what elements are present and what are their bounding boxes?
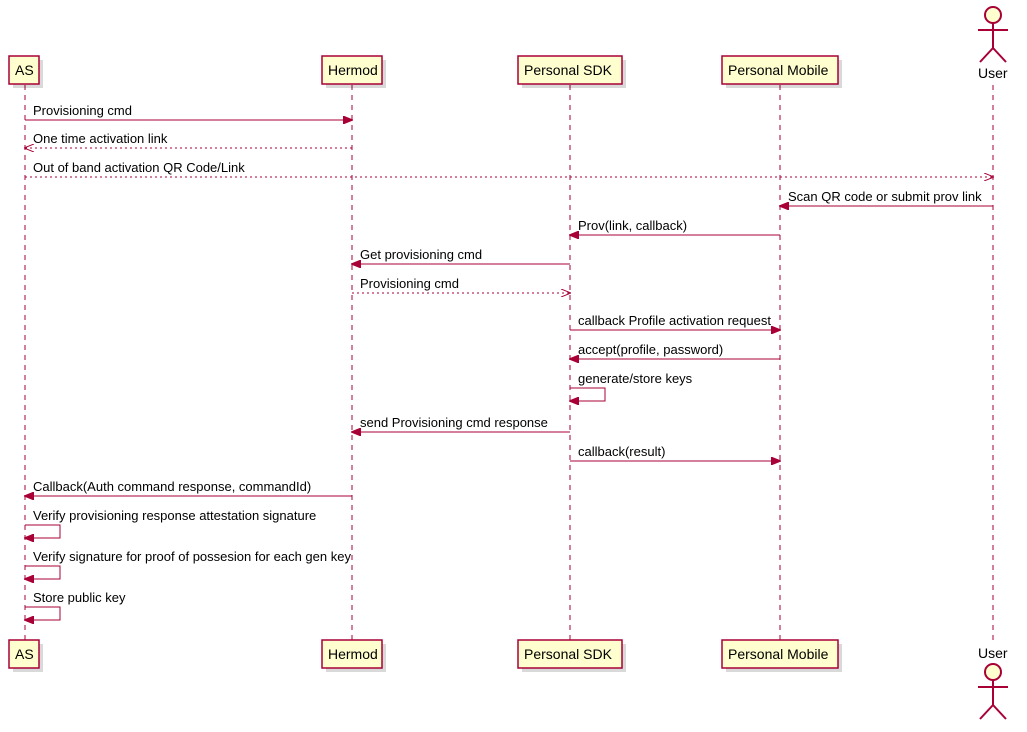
participant-user-label: User	[978, 65, 1008, 81]
participant-as-bottom: AS	[9, 640, 43, 672]
svg-text:Hermod: Hermod	[328, 646, 378, 662]
participant-mobile-top: Personal Mobile	[722, 56, 842, 88]
msg-gen-keys: generate/store keys	[578, 371, 693, 386]
participant-mobile-bottom: Personal Mobile	[722, 640, 842, 672]
msg-prov: Prov(link, callback)	[578, 218, 687, 233]
msg-callback-result: callback(result)	[578, 444, 665, 459]
participant-mobile-label: Personal Mobile	[728, 62, 829, 78]
participant-as-label: AS	[15, 62, 34, 78]
msg-send-prov-resp: send Provisioning cmd response	[360, 415, 548, 430]
participant-hermod-label: Hermod	[328, 62, 378, 78]
msg-verify-attestation: Verify provisioning response attestation…	[33, 508, 316, 523]
participant-sdk-bottom: Personal SDK	[518, 640, 626, 672]
svg-text:AS: AS	[15, 646, 34, 662]
msg-one-time-link: One time activation link	[33, 131, 168, 146]
msg-callback-activation: callback Profile activation request	[578, 313, 771, 328]
msg-callback-auth: Callback(Auth command response, commandI…	[33, 479, 311, 494]
msg-provisioning-cmd: Provisioning cmd	[33, 103, 132, 118]
svg-text:User: User	[978, 645, 1008, 661]
participant-sdk-top: Personal SDK	[518, 56, 626, 88]
participant-user-bottom: User	[978, 645, 1008, 719]
msg-scan-qr: Scan QR code or submit prov link	[788, 189, 982, 204]
participant-as-top: AS	[9, 56, 43, 88]
participant-sdk-label: Personal SDK	[524, 62, 613, 78]
msg-prov-cmd-resp: Provisioning cmd	[360, 276, 459, 291]
msg-store-key: Store public key	[33, 590, 126, 605]
msg-oob-qr: Out of band activation QR Code/Link	[33, 160, 245, 175]
participant-user-top: User	[978, 7, 1008, 81]
svg-text:Personal SDK: Personal SDK	[524, 646, 613, 662]
svg-text:Personal Mobile: Personal Mobile	[728, 646, 829, 662]
participant-hermod-bottom: Hermod	[322, 640, 386, 672]
msg-get-prov: Get provisioning cmd	[360, 247, 482, 262]
participant-hermod-top: Hermod	[322, 56, 386, 88]
msg-verify-pop: Verify signature for proof of possesion …	[33, 549, 351, 564]
msg-accept: accept(profile, password)	[578, 342, 723, 357]
sequence-diagram: AS Hermod Personal SDK Personal Mobile U…	[0, 0, 1027, 732]
